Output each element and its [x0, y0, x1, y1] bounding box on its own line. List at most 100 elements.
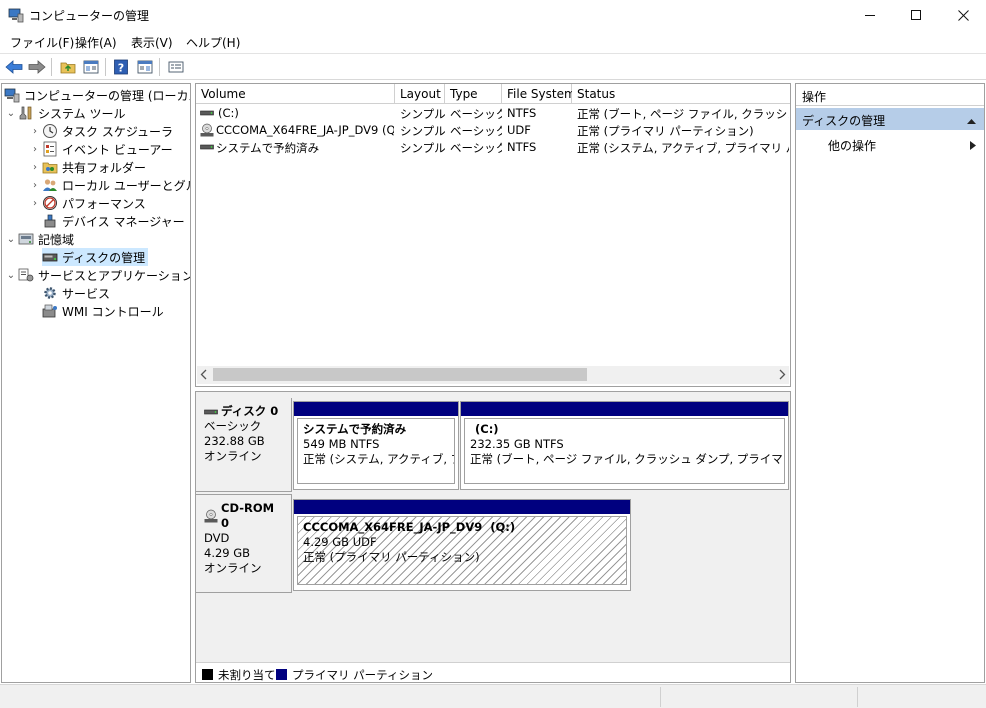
actions-header: 操作: [796, 84, 984, 106]
tree-item-disk-management[interactable]: ディスクの管理: [42, 248, 149, 266]
tree-item-event-viewer[interactable]: › イベント ビューアー: [28, 140, 173, 158]
chevron-down-icon[interactable]: ⌄: [4, 270, 18, 281]
disk-0-label[interactable]: ディスク 0 ベーシック 232.88 GB オンライン: [196, 398, 292, 492]
services-applications-icon: [18, 267, 34, 283]
scroll-right-icon[interactable]: [777, 369, 787, 383]
tree-label: デバイス マネージャー: [62, 214, 185, 229]
column-header-volume[interactable]: Volume: [196, 84, 395, 104]
maximize-button[interactable]: [893, 0, 939, 31]
menu-view[interactable]: 表示(V): [131, 34, 173, 51]
menu-action[interactable]: 操作(A): [75, 34, 117, 51]
tree-item-device-manager[interactable]: デバイス マネージャー: [42, 212, 185, 230]
close-button[interactable]: [940, 0, 986, 31]
scroll-left-icon[interactable]: [199, 369, 209, 383]
status-cell: [660, 687, 856, 707]
partition-status: 正常 (プライマリ パーティション): [303, 550, 480, 564]
chevron-right-icon[interactable]: ›: [28, 144, 42, 155]
minimize-button[interactable]: [847, 0, 893, 31]
cdrom-0-label[interactable]: CD-ROM 0 DVD 4.29 GB オンライン: [196, 494, 292, 593]
primary-partition-bar: [294, 402, 458, 416]
volume-list: Volume Layout Type File System Status (C…: [195, 83, 791, 387]
maximize-icon: [910, 10, 921, 20]
column-header-file-system[interactable]: File System: [502, 84, 576, 104]
chevron-right-icon[interactable]: ›: [28, 198, 42, 209]
table-row[interactable]: CCCOMA_X64FRE_JA-JP_DV9 (Q:) シンプル ベーシック …: [196, 122, 790, 139]
help-button[interactable]: ?: [111, 57, 131, 77]
volume-layout: シンプル: [400, 124, 445, 138]
tree-label: 共有フォルダー: [62, 160, 147, 175]
column-header-type[interactable]: Type: [445, 84, 502, 104]
tree-item-local-users-groups[interactable]: › ローカル ユーザーとグループ: [28, 176, 190, 194]
toolbar-separator: [159, 58, 160, 76]
tree-item-shared-folders[interactable]: › 共有フォルダー: [28, 158, 146, 176]
volume-status: 正常 (システム, アクティブ, プライマリ パーティシ: [577, 141, 789, 155]
column-header-status[interactable]: Status: [572, 84, 790, 104]
tree-label: タスク スケジューラ: [62, 124, 173, 139]
clock-icon: [42, 123, 58, 139]
actions-section-disk-management[interactable]: ディスクの管理: [796, 108, 984, 130]
disk-size: 232.88 GB: [204, 434, 265, 448]
chevron-right-icon[interactable]: ›: [28, 162, 42, 173]
properties-button[interactable]: [135, 57, 155, 77]
tree-item-services-applications[interactable]: ⌄ サービスとアプリケーション: [4, 266, 190, 284]
chevron-right-icon[interactable]: ›: [28, 180, 42, 191]
volume-file-system: UDF: [507, 123, 531, 137]
menu-help[interactable]: ヘルプ(H): [186, 34, 240, 51]
show-hide-console-tree-button[interactable]: [81, 57, 101, 77]
up-one-level-button[interactable]: [58, 57, 78, 77]
back-button[interactable]: [4, 57, 24, 77]
partition-size: 232.35 GB NTFS: [470, 437, 564, 451]
volume-layout: シンプル: [400, 141, 445, 155]
title-bar: コンピューターの管理: [0, 0, 986, 31]
partition-size: 4.29 GB UDF: [303, 535, 377, 549]
chevron-down-icon[interactable]: ⌄: [4, 234, 18, 245]
volume-file-system: NTFS: [507, 140, 537, 154]
tree-item-system-tools[interactable]: ⌄ システム ツール: [4, 104, 126, 122]
disk-name: ディスク 0: [221, 404, 279, 418]
gear-icon: [42, 285, 58, 301]
partition-system-reserved[interactable]: システムで予約済み 549 MB NTFS 正常 (システム, アクティブ, プ…: [293, 401, 459, 490]
computer-management-icon: [4, 87, 20, 103]
console-view-button[interactable]: [166, 57, 186, 77]
table-row[interactable]: システムで予約済み シンプル ベーシック NTFS 正常 (システム, アクティ…: [196, 139, 790, 156]
volume-name: (C:): [218, 106, 239, 120]
menu-file[interactable]: ファイル(F): [10, 34, 74, 51]
back-arrow-icon: [5, 60, 23, 74]
system-tools-icon: [18, 105, 34, 121]
disk-name: CD-ROM 0: [221, 501, 275, 530]
cd-drive-icon: [200, 123, 216, 140]
users-icon: [42, 177, 58, 193]
partition-dvd-q[interactable]: CCCOMA_X64FRE_JA-JP_DV9 (Q:) 4.29 GB UDF…: [293, 499, 631, 591]
volume-file-system: NTFS: [507, 106, 537, 120]
toolbar: ?: [0, 53, 986, 80]
partition-body: CCCOMA_X64FRE_JA-JP_DV9 (Q:) 4.29 GB UDF…: [297, 516, 627, 585]
scrollbar-thumb[interactable]: [213, 368, 587, 381]
performance-icon: [42, 195, 58, 211]
tree-item-services[interactable]: サービス: [42, 284, 110, 302]
volume-type: ベーシック: [450, 107, 502, 121]
tree-label: イベント ビューアー: [62, 142, 173, 157]
column-header-layout[interactable]: Layout: [395, 84, 445, 104]
forward-button[interactable]: [27, 57, 47, 77]
primary-partition-bar: [461, 402, 788, 416]
tree-item-storage[interactable]: ⌄ 記憶域: [4, 230, 74, 248]
horizontal-scrollbar[interactable]: [197, 366, 789, 384]
disk-kind: ベーシック: [204, 419, 262, 433]
table-row[interactable]: (C:) シンプル ベーシック NTFS 正常 (ブート, ページ ファイル, …: [196, 105, 790, 122]
chevron-down-icon[interactable]: ⌄: [4, 108, 18, 119]
actions-pane: 操作 ディスクの管理 他の操作: [795, 83, 985, 683]
chevron-right-icon[interactable]: ›: [28, 126, 42, 137]
tree-item-wmi-control[interactable]: WMI コントロール: [42, 302, 164, 320]
tree-item-performance[interactable]: › パフォーマンス: [28, 194, 146, 212]
tree-item-computer-management[interactable]: コンピューターの管理 (ローカル): [4, 86, 190, 104]
more-actions-item[interactable]: 他の操作: [796, 134, 984, 154]
show-hide-tree-icon: [83, 60, 99, 74]
shared-folder-icon: [42, 159, 58, 175]
collapse-up-icon[interactable]: [967, 114, 976, 128]
tree-label: 記憶域: [38, 232, 75, 247]
partition-body: システムで予約済み 549 MB NTFS 正常 (システム, アクティブ, プ…: [297, 418, 455, 484]
actions-section-label: ディスクの管理: [802, 114, 886, 128]
partition-c-drive[interactable]: (C:) 232.35 GB NTFS 正常 (ブート, ページ ファイル, ク…: [460, 401, 789, 490]
legend-label: 未割り当て: [218, 668, 276, 682]
tree-item-task-scheduler[interactable]: › タスク スケジューラ: [28, 122, 173, 140]
